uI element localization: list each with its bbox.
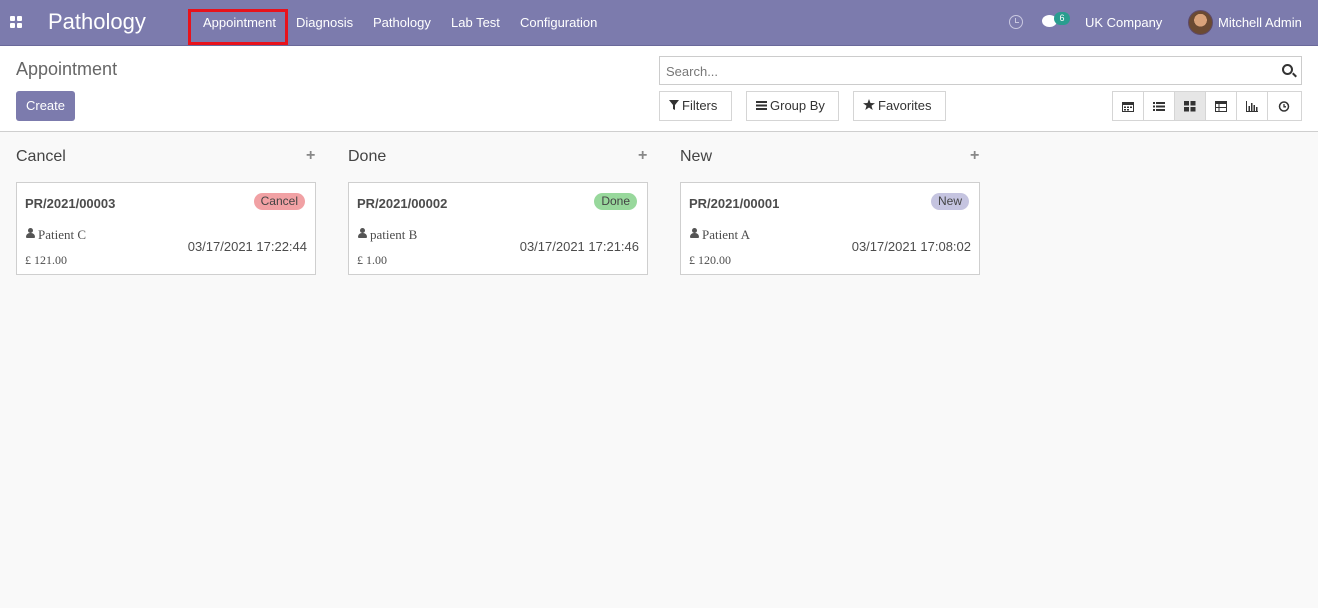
bars-icon xyxy=(756,101,767,110)
kanban-card[interactable]: PR/2021/00001 New Patient A 03/17/2021 1… xyxy=(680,182,980,275)
apps-menu-icon[interactable] xyxy=(10,16,22,28)
filter-icon xyxy=(669,100,679,110)
menu-configuration[interactable]: Configuration xyxy=(520,15,597,30)
search-input[interactable] xyxy=(666,62,1266,80)
add-column-card-icon[interactable]: + xyxy=(306,147,315,165)
favorites-label: Favorites xyxy=(878,98,932,113)
activity-clock-icon[interactable] xyxy=(1009,15,1023,29)
calendar-view-button[interactable] xyxy=(1113,92,1144,120)
user-menu[interactable]: Mitchell Admin xyxy=(1218,15,1302,30)
search-box[interactable] xyxy=(659,56,1302,85)
list-view-button[interactable] xyxy=(1144,92,1175,120)
filters-label: Filters xyxy=(682,98,718,113)
chat-count-badge: 6 xyxy=(1054,12,1070,25)
patient-name: patient B xyxy=(370,227,418,242)
top-navbar: Pathology Appointment Diagnosis Patholog… xyxy=(0,0,1318,46)
add-column-card-icon[interactable]: + xyxy=(970,147,979,165)
add-column-card-icon[interactable]: + xyxy=(638,147,647,165)
create-button[interactable]: Create xyxy=(16,91,75,121)
company-switcher[interactable]: UK Company xyxy=(1085,15,1162,30)
card-reference: PR/2021/00002 xyxy=(357,196,448,211)
user-icon xyxy=(358,228,367,238)
card-reference: PR/2021/00001 xyxy=(689,196,780,211)
card-amount: £ 120.00 xyxy=(689,253,731,267)
pivot-icon xyxy=(1215,100,1227,112)
column-title: Cancel xyxy=(16,148,66,165)
card-amount: £ 1.00 xyxy=(357,253,387,267)
favorites-button[interactable]: Favorites xyxy=(853,91,946,121)
page-title: Appointment xyxy=(16,59,118,79)
group-by-label: Group By xyxy=(770,98,825,113)
card-date: 03/17/2021 17:22:44 xyxy=(187,239,307,254)
star-icon xyxy=(863,99,875,110)
patient-name: Patient A xyxy=(702,227,751,242)
kanban-card[interactable]: PR/2021/00002 Done patient B 03/17/2021 … xyxy=(348,182,648,275)
user-icon xyxy=(26,228,35,238)
status-badge: Done xyxy=(594,193,637,210)
kanban-card[interactable]: PR/2021/00003 Cancel Patient C 03/17/202… xyxy=(16,182,316,275)
menu-lab-test[interactable]: Lab Test xyxy=(451,15,500,30)
user-avatar[interactable] xyxy=(1188,10,1213,35)
list-icon xyxy=(1153,101,1165,111)
graph-view-button[interactable] xyxy=(1237,92,1268,120)
status-badge: Cancel xyxy=(253,193,305,210)
filters-button[interactable]: Filters xyxy=(659,91,732,121)
card-amount: £ 121.00 xyxy=(25,253,67,267)
card-date: 03/17/2021 17:08:02 xyxy=(851,239,971,254)
pivot-view-button[interactable] xyxy=(1206,92,1237,120)
patient-name: Patient C xyxy=(38,227,87,242)
card-reference: PR/2021/00003 xyxy=(25,196,116,211)
menu-diagnosis[interactable]: Diagnosis xyxy=(296,15,353,30)
calendar-icon xyxy=(1122,101,1134,112)
kanban-icon xyxy=(1184,100,1196,111)
group-by-button[interactable]: Group By xyxy=(746,91,839,121)
app-title: Pathology xyxy=(48,9,146,34)
user-icon xyxy=(690,228,699,238)
activity-icon xyxy=(1278,100,1289,112)
menu-pathology[interactable]: Pathology xyxy=(373,15,431,30)
kanban-view-button[interactable] xyxy=(1175,92,1206,120)
status-badge: New xyxy=(930,193,969,210)
activity-view-button[interactable] xyxy=(1268,92,1299,120)
menu-highlight-box xyxy=(188,9,288,45)
column-title: New xyxy=(680,148,713,165)
card-date: 03/17/2021 17:21:46 xyxy=(519,239,639,254)
search-icon[interactable] xyxy=(1282,64,1293,75)
column-title: Done xyxy=(348,148,387,165)
view-switcher xyxy=(1112,91,1302,121)
control-panel: Appointment Create Filters Group By Favo… xyxy=(0,46,1318,132)
graph-icon xyxy=(1246,100,1258,112)
